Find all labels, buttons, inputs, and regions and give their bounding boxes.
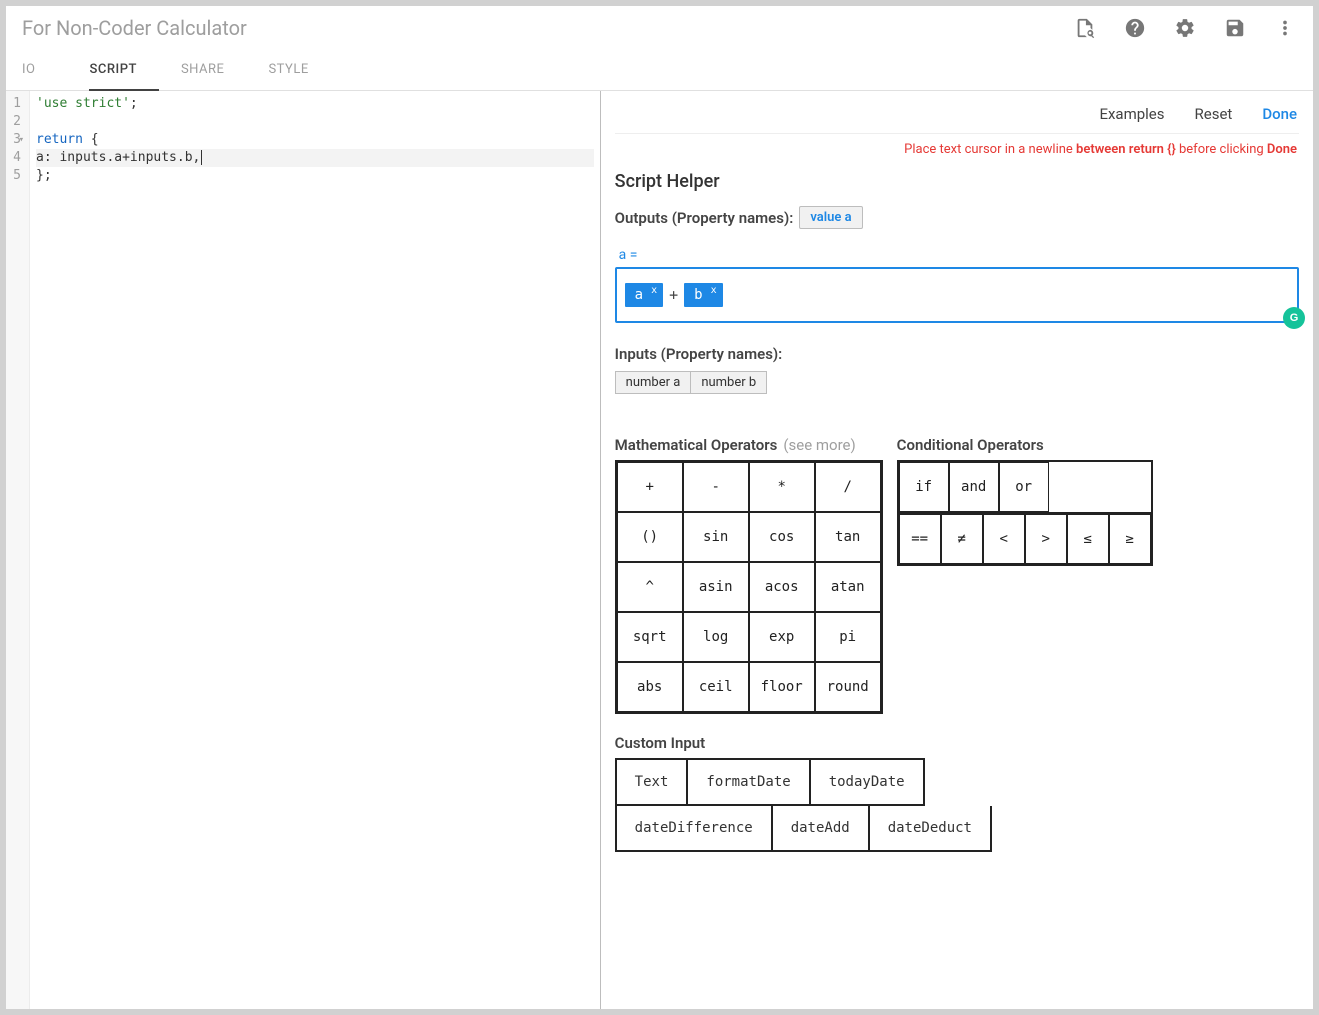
code-editor[interactable]: 12345 'use strict'; return {a: inputs.a+… bbox=[6, 91, 601, 1009]
page-title: For Non-Coder Calculator bbox=[22, 16, 1073, 40]
math-operator-grid: +-*/ ()sincostan ^asinacosatan sqrtlogexppi… bbox=[615, 460, 883, 714]
reset-link[interactable]: Reset bbox=[1195, 105, 1233, 123]
code-area[interactable]: 'use strict'; return {a: inputs.a+inputs… bbox=[30, 91, 600, 1009]
expr-token[interactable]: bx bbox=[684, 283, 722, 307]
code-line[interactable]: 'use strict'; bbox=[36, 95, 594, 113]
math-op-button[interactable]: atan bbox=[815, 562, 881, 612]
help-icon[interactable] bbox=[1123, 16, 1147, 40]
cond-op-button[interactable]: < bbox=[983, 514, 1025, 564]
line-number: 5 bbox=[10, 167, 23, 185]
math-op-button[interactable]: tan bbox=[815, 512, 881, 562]
input-chips: number a number b bbox=[615, 371, 1299, 394]
math-op-button[interactable]: cos bbox=[749, 512, 815, 562]
topbar: For Non-Coder Calculator bbox=[6, 6, 1313, 50]
cond-operator-grid-bot: ==≠<>≤≥ bbox=[897, 512, 1153, 566]
math-op-button[interactable]: acos bbox=[749, 562, 815, 612]
tab-share[interactable]: SHARE bbox=[181, 50, 247, 90]
math-op-button[interactable]: - bbox=[683, 462, 749, 512]
math-op-button[interactable]: pi bbox=[815, 612, 881, 662]
line-number: 3 bbox=[10, 131, 23, 149]
expr-operator: + bbox=[667, 286, 680, 304]
math-op-button[interactable]: abs bbox=[617, 662, 683, 712]
cond-ops-label: Conditional Operators bbox=[897, 436, 1153, 454]
line-number: 4 bbox=[10, 149, 23, 167]
tab-io[interactable]: IO bbox=[22, 50, 57, 90]
custom-input-button[interactable]: dateAdd bbox=[773, 806, 870, 852]
cond-op-button[interactable]: or bbox=[999, 462, 1049, 512]
grammarly-icon: G bbox=[1283, 307, 1305, 329]
code-line[interactable]: }; bbox=[36, 167, 594, 185]
more-vert-icon[interactable] bbox=[1273, 16, 1297, 40]
math-op-button[interactable]: / bbox=[815, 462, 881, 512]
tab-script[interactable]: SCRIPT bbox=[89, 50, 158, 91]
outputs-label: Outputs (Property names): value a bbox=[615, 206, 1299, 229]
custom-input-button[interactable]: Text bbox=[615, 758, 689, 806]
cond-operator-grid-top: ifandor bbox=[897, 460, 1153, 514]
tab-bar: IO SCRIPT SHARE STYLE bbox=[6, 50, 1313, 91]
math-op-button[interactable]: floor bbox=[749, 662, 815, 712]
remove-token-icon[interactable]: x bbox=[711, 287, 717, 295]
math-op-button[interactable]: ceil bbox=[683, 662, 749, 712]
expression-label: a = bbox=[619, 247, 1299, 263]
helper-links: Examples Reset Done bbox=[615, 99, 1299, 134]
cond-op-button[interactable]: > bbox=[1025, 514, 1067, 564]
script-helper-title: Script Helper bbox=[615, 171, 1299, 192]
math-op-button[interactable]: () bbox=[617, 512, 683, 562]
custom-input-label: Custom Input bbox=[615, 734, 1299, 752]
math-ops-label: Mathematical Operators (see more) bbox=[615, 436, 883, 454]
line-gutter: 12345 bbox=[6, 91, 30, 1009]
code-line[interactable]: return { bbox=[36, 131, 594, 149]
line-number: 1 bbox=[10, 95, 23, 113]
toolbar-icons bbox=[1073, 16, 1297, 40]
cond-op-button[interactable]: ≤ bbox=[1067, 514, 1109, 564]
expr-token[interactable]: ax bbox=[625, 283, 663, 307]
script-helper-panel: Examples Reset Done Place text cursor in… bbox=[601, 91, 1313, 1009]
math-op-button[interactable]: sin bbox=[683, 512, 749, 562]
custom-row-1: TextformatDatetodayDate bbox=[615, 758, 1299, 806]
math-op-button[interactable]: exp bbox=[749, 612, 815, 662]
math-op-button[interactable]: ^ bbox=[617, 562, 683, 612]
custom-input-button[interactable]: dateDifference bbox=[615, 806, 773, 852]
cond-op-button[interactable]: ≠ bbox=[941, 514, 983, 564]
custom-input-button[interactable]: todayDate bbox=[811, 758, 925, 806]
input-chip-a[interactable]: number a bbox=[615, 371, 692, 394]
input-chip-b[interactable]: number b bbox=[691, 371, 767, 394]
save-icon[interactable] bbox=[1223, 16, 1247, 40]
done-link[interactable]: Done bbox=[1262, 105, 1297, 123]
cond-op-button[interactable]: ≥ bbox=[1109, 514, 1151, 564]
math-op-button[interactable]: asin bbox=[683, 562, 749, 612]
examples-link[interactable]: Examples bbox=[1099, 105, 1164, 123]
math-op-button[interactable]: * bbox=[749, 462, 815, 512]
math-op-button[interactable]: sqrt bbox=[617, 612, 683, 662]
see-more-link[interactable]: (see more) bbox=[783, 436, 855, 454]
line-number: 2 bbox=[10, 113, 23, 131]
custom-row-2: dateDifferencedateAdddateDeduct bbox=[615, 806, 1299, 852]
gear-icon[interactable] bbox=[1173, 16, 1197, 40]
code-line[interactable] bbox=[36, 113, 594, 131]
expression-box[interactable]: ax+bxG bbox=[615, 267, 1299, 323]
cond-op-button[interactable]: == bbox=[899, 514, 941, 564]
output-chip[interactable]: value a bbox=[799, 206, 862, 229]
tab-style[interactable]: STYLE bbox=[268, 50, 330, 90]
custom-input-button[interactable]: formatDate bbox=[688, 758, 810, 806]
remove-token-icon[interactable]: x bbox=[651, 287, 657, 295]
inputs-label: Inputs (Property names): bbox=[615, 345, 1299, 363]
file-search-icon[interactable] bbox=[1073, 16, 1097, 40]
custom-input-button[interactable]: dateDeduct bbox=[870, 806, 992, 852]
math-op-button[interactable]: log bbox=[683, 612, 749, 662]
code-line[interactable]: a: inputs.a+inputs.b, bbox=[36, 149, 594, 167]
math-op-button[interactable]: + bbox=[617, 462, 683, 512]
cond-op-button[interactable]: if bbox=[899, 462, 949, 512]
hint-text: Place text cursor in a newline between r… bbox=[615, 142, 1297, 157]
cond-op-button[interactable]: and bbox=[949, 462, 999, 512]
math-op-button[interactable]: round bbox=[815, 662, 881, 712]
